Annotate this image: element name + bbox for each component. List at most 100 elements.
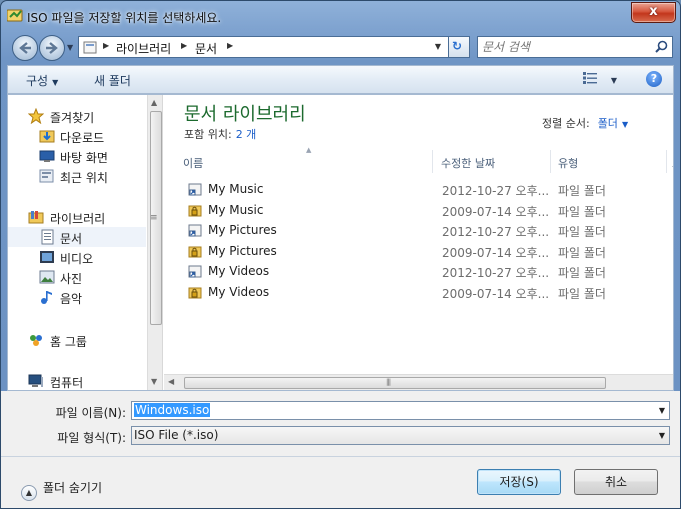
- close-button[interactable]: x: [631, 2, 676, 23]
- column-label: 유형: [558, 157, 579, 170]
- back-arrow-icon: [19, 42, 31, 54]
- scroll-down-icon[interactable]: ▼: [151, 377, 157, 386]
- horizontal-scrollbar[interactable]: ◀ |||: [164, 374, 673, 390]
- file-row[interactable]: My Videos 2012-10-27 오후... 파일 폴더: [164, 261, 664, 281]
- nav-homegroup[interactable]: 홈 그룹: [8, 330, 146, 350]
- nav-recent-places[interactable]: 최근 위치: [8, 166, 146, 186]
- pictures-icon: [39, 270, 55, 284]
- chevron-up-icon: ▲: [21, 485, 37, 501]
- navigation-scrollbar[interactable]: ▲ ≡ ▼: [147, 95, 163, 390]
- filename-label: 파일 이름(N):: [55, 406, 126, 420]
- file-options-area: 파일 이름(N): Windows.iso ▼ 파일 형식(T): ISO Fi…: [1, 391, 680, 456]
- file-name: My Pictures: [208, 243, 277, 258]
- scroll-up-icon[interactable]: ▲: [151, 98, 157, 107]
- nav-music[interactable]: 음악: [8, 287, 146, 307]
- file-row[interactable]: My Videos 2009-07-14 오후... 파일 폴더: [164, 282, 664, 302]
- file-row[interactable]: My Music 2009-07-14 오후... 파일 폴더: [164, 200, 664, 220]
- file-date: 2009-07-14 오후...: [442, 245, 550, 260]
- address-dropdown-icon[interactable]: ▼: [435, 42, 441, 51]
- file-row[interactable]: My Pictures 2012-10-27 오후... 파일 폴더: [164, 220, 664, 240]
- file-type: 파일 폴더: [558, 184, 606, 198]
- nav-pictures[interactable]: 사진: [8, 267, 146, 287]
- breadcrumb-separator-icon: ▶: [227, 41, 234, 50]
- file-date: 2012-10-27 오후...: [442, 184, 550, 198]
- filename-input[interactable]: Windows.iso: [134, 403, 211, 417]
- chevron-down-icon[interactable]: ▼: [622, 120, 628, 129]
- forward-arrow-icon: [46, 42, 58, 54]
- column-divider[interactable]: [432, 150, 433, 173]
- file-type: 파일 폴더: [558, 286, 606, 301]
- nav-label: 문서: [60, 232, 83, 246]
- organize-label: 구성: [26, 74, 49, 88]
- locked-folder-icon: [188, 203, 202, 220]
- shortcut-folder-icon: [188, 182, 202, 199]
- nav-desktop[interactable]: 바탕 화면: [8, 146, 146, 166]
- file-type: 파일 폴더: [558, 225, 606, 239]
- nav-documents[interactable]: 문서: [8, 227, 146, 247]
- column-header-name[interactable]: 이름: [183, 150, 428, 173]
- save-button[interactable]: 저장(S): [477, 469, 561, 495]
- nav-downloads[interactable]: 다운로드: [8, 126, 146, 146]
- scrollbar-thumb[interactable]: [184, 377, 606, 389]
- help-button[interactable]: ?: [646, 71, 662, 87]
- scrollbar-grip-icon: ≡: [150, 213, 158, 223]
- file-row[interactable]: My Music 2012-10-27 오후... 파일 폴더: [164, 179, 664, 199]
- recent-pages-dropdown-icon[interactable]: ▼: [67, 43, 73, 52]
- computer-icon: [28, 374, 43, 387]
- chevron-down-icon[interactable]: ▼: [659, 406, 665, 415]
- nav-favorites[interactable]: 즐겨찾기: [8, 106, 146, 126]
- column-header-size[interactable]: 크: [672, 150, 673, 173]
- refresh-button[interactable]: ↻: [448, 36, 470, 58]
- address-bar[interactable]: ▶ 라이브러리 ▶ 문서 ▶ ▼: [78, 36, 470, 58]
- breadcrumb-libraries[interactable]: 라이브러리: [116, 40, 171, 57]
- nav-computer[interactable]: 컴퓨터: [8, 371, 146, 391]
- nav-libraries[interactable]: 라이브러리: [8, 207, 146, 227]
- library-includes: 포함 위치: 2 개: [184, 126, 256, 142]
- recent-places-icon: [39, 169, 54, 183]
- column-label: 크: [672, 155, 673, 171]
- search-box[interactable]: [477, 36, 673, 58]
- search-input[interactable]: [482, 39, 642, 55]
- breadcrumb-documents[interactable]: 문서: [195, 40, 217, 57]
- downloads-folder-icon: [39, 130, 55, 143]
- view-options-button[interactable]: ▼: [583, 72, 617, 86]
- organize-button[interactable]: 구성 ▼: [26, 72, 58, 89]
- arrange-by-dropdown[interactable]: 폴더: [598, 117, 618, 130]
- libraries-icon: [28, 211, 44, 224]
- desktop-icon: [39, 150, 55, 162]
- documents-icon: [41, 229, 54, 245]
- filetype-select[interactable]: ISO File (*.iso) ▼: [131, 426, 670, 445]
- scroll-left-icon[interactable]: ◀: [168, 377, 174, 386]
- column-header-type[interactable]: 유형: [558, 150, 658, 173]
- arrange-label: 정렬 순서:: [542, 117, 590, 130]
- chevron-down-icon[interactable]: ▼: [659, 431, 665, 440]
- file-type: 파일 폴더: [558, 266, 606, 280]
- column-divider[interactable]: [550, 150, 551, 173]
- back-button[interactable]: [12, 35, 38, 61]
- breadcrumb-separator-icon: ▶: [103, 41, 110, 50]
- videos-icon: [40, 251, 54, 263]
- cancel-button[interactable]: 취소: [574, 469, 658, 495]
- library-folder-icon: [83, 41, 97, 54]
- view-list-icon: [583, 72, 597, 84]
- nav-videos[interactable]: 비디오: [8, 247, 146, 267]
- shortcut-folder-icon: [188, 223, 202, 240]
- nav-label: 컴퓨터: [50, 376, 84, 390]
- breadcrumb-separator-icon: ▶: [181, 41, 188, 50]
- column-label: 수정한 날짜: [441, 157, 496, 170]
- forward-button[interactable]: [39, 35, 65, 61]
- nav-label: 최근 위치: [60, 171, 108, 185]
- file-name: My Pictures: [208, 223, 277, 237]
- file-row[interactable]: My Pictures 2009-07-14 오후... 파일 폴더: [164, 241, 664, 261]
- nav-label: 음악: [60, 292, 83, 306]
- nav-label: 비디오: [60, 252, 94, 266]
- filename-combobox[interactable]: Windows.iso ▼: [131, 401, 670, 420]
- includes-link[interactable]: 2 개: [236, 128, 257, 141]
- nav-label: 사진: [60, 272, 83, 286]
- pane-splitter[interactable]: [162, 95, 163, 390]
- app-icon: [7, 9, 23, 22]
- hide-folders-button[interactable]: ▲ 폴더 숨기기: [21, 479, 102, 501]
- column-divider[interactable]: [666, 150, 667, 173]
- column-header-modified[interactable]: 수정한 날짜: [441, 150, 549, 173]
- new-folder-button[interactable]: 새 폴더: [94, 72, 131, 89]
